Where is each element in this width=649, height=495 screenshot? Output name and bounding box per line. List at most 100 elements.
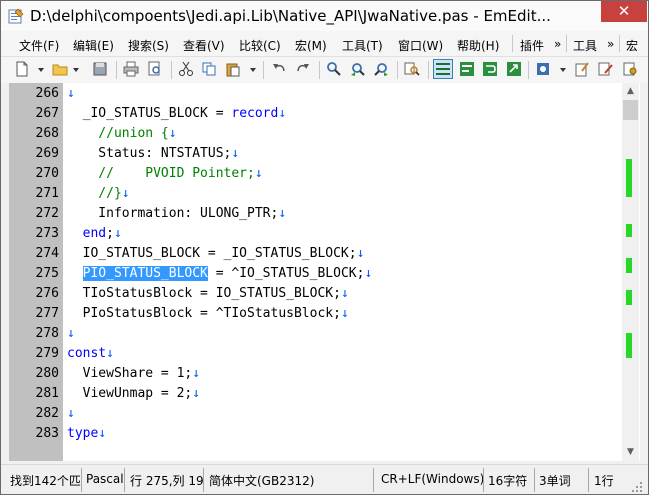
print-icon[interactable]: [123, 61, 139, 77]
open-dropdown[interactable]: [73, 68, 79, 72]
status-syntax-mode[interactable]: Pascal: [86, 472, 124, 486]
menu-file[interactable]: 文件(F): [19, 37, 59, 54]
toolbar-separator: [397, 61, 398, 79]
code-line[interactable]: ViewUnmap = 2;↓: [67, 386, 200, 401]
code-line[interactable]: const↓: [67, 346, 114, 361]
code-line[interactable]: end;↓: [67, 226, 122, 241]
code-line[interactable]: TIoStatusBlock = IO_STATUS_BLOCK;↓: [67, 286, 349, 301]
save-icon[interactable]: [92, 61, 108, 77]
status-separator: [588, 468, 589, 492]
macro-record-icon[interactable]: [535, 61, 551, 77]
code-line[interactable]: type↓: [67, 426, 106, 441]
newline-marker: ↓: [168, 126, 177, 141]
selected-text: PIO_STATUS_BLOCK: [82, 266, 208, 281]
menu-macro-bar[interactable]: 宏: [626, 37, 638, 54]
menu-tools[interactable]: 工具(T): [342, 37, 383, 54]
toolbar-separator: [319, 61, 320, 79]
find-next-icon[interactable]: [373, 61, 389, 77]
code-line[interactable]: ↓: [67, 86, 75, 101]
emeditor-app-icon: [8, 8, 24, 24]
menu-tools-bar[interactable]: 工具: [573, 37, 597, 54]
code-line[interactable]: PIoStatusBlock = ^TIoStatusBlock;↓: [67, 306, 349, 321]
menu-help[interactable]: 帮助(H): [457, 37, 499, 54]
code-line[interactable]: // PVOID Pointer;↓: [67, 166, 262, 181]
menu-plugins-overflow[interactable]: »: [554, 37, 561, 51]
code-line[interactable]: Status: NTSTATUS;↓: [67, 146, 239, 161]
code-line[interactable]: PIO_STATUS_BLOCK = ^IO_STATUS_BLOCK;↓: [67, 266, 372, 281]
text-editor[interactable]: 266 267 268 269 270 271 272 273 274 275 276 277 278 2…: [9, 83, 640, 461]
menu-edit[interactable]: 编辑(E): [73, 37, 114, 54]
line-number: 275: [35, 266, 59, 281]
menu-compare[interactable]: 比较(C): [239, 37, 281, 54]
code-token: Status: NTSTATUS;: [67, 146, 232, 161]
scroll-up-arrow[interactable]: ▲: [622, 83, 639, 100]
copy-icon[interactable]: [201, 61, 217, 77]
code-line[interactable]: Information: ULONG_PTR;↓: [67, 206, 286, 221]
code-line[interactable]: _IO_STATUS_BLOCK = record↓: [67, 106, 287, 121]
title-bar[interactable]: D:\delphi\compoents\Jedi.api.Lib\Native_…: [1, 1, 648, 31]
status-find-result: 找到142个匹: [10, 474, 81, 488]
code-line[interactable]: ↓: [67, 406, 75, 421]
status-line-ending[interactable]: CR+LF(Windows): [381, 472, 484, 486]
close-icon: ✕: [617, 2, 631, 20]
code-line[interactable]: ViewShare = 1;↓: [67, 366, 200, 381]
paste-icon[interactable]: [225, 61, 241, 77]
code-token: IO_STATUS_BLOCK = _IO_STATUS_BLOCK;: [67, 246, 357, 261]
code-line[interactable]: ↓: [67, 326, 75, 341]
status-separator: [534, 468, 535, 492]
scrollbar-thumb[interactable]: [623, 100, 638, 120]
menu-bar: 文件(F) 编辑(E) 搜索(S) 查看(V) 比较(C) 宏(M) 工具(T)…: [1, 31, 648, 57]
code-line[interactable]: IO_STATUS_BLOCK = _IO_STATUS_BLOCK;↓: [67, 246, 365, 261]
code-area[interactable]: ↓ _IO_STATUS_BLOCK = record↓ //union {↓ …: [67, 83, 622, 461]
keyword-token: end: [82, 226, 107, 241]
word-wrap-toggle[interactable]: [433, 59, 453, 79]
toolbar-separator: [428, 61, 429, 79]
macro-dropdown[interactable]: [560, 68, 566, 72]
status-separator: [124, 468, 125, 492]
change-marker: [626, 224, 632, 237]
menu-plugins[interactable]: 插件: [520, 37, 544, 54]
line-number: 268: [35, 126, 59, 141]
change-marker: [626, 333, 632, 358]
wrap-window-icon[interactable]: [482, 61, 498, 77]
line-number: 281: [35, 386, 59, 401]
wrap-page-icon[interactable]: [506, 61, 522, 77]
newline-marker: ↓: [340, 286, 349, 301]
menu-search[interactable]: 搜索(S): [128, 37, 169, 54]
close-window-button[interactable]: ✕: [601, 1, 647, 22]
code-line[interactable]: //}↓: [67, 186, 129, 201]
find-icon[interactable]: [326, 61, 342, 77]
status-separator: [81, 468, 82, 492]
menu-tools-overflow[interactable]: »: [607, 37, 614, 51]
undo-icon[interactable]: [271, 61, 287, 77]
cut-icon[interactable]: [178, 61, 194, 77]
status-cursor-position[interactable]: 行 275,列 19: [130, 472, 204, 489]
line-number: 266: [35, 86, 59, 101]
comment-token: // PVOID Pointer;: [67, 166, 255, 181]
customize-icon[interactable]: [574, 61, 590, 77]
menu-macro[interactable]: 宏(M): [295, 37, 327, 54]
properties-icon[interactable]: [598, 61, 614, 77]
redo-icon[interactable]: [295, 61, 311, 77]
code-line[interactable]: //union {↓: [67, 126, 177, 141]
settings-icon[interactable]: [622, 61, 638, 77]
code-token: = ^IO_STATUS_BLOCK;: [207, 266, 365, 281]
status-encoding[interactable]: 简体中文(GB2312): [209, 472, 314, 489]
new-file-icon[interactable]: [14, 61, 30, 77]
open-folder-icon[interactable]: [52, 61, 68, 77]
code-token: ViewShare = 1;: [67, 366, 193, 381]
menu-window[interactable]: 窗口(W): [398, 37, 443, 54]
menu-view[interactable]: 查看(V): [183, 37, 225, 54]
toggle-outline-icon[interactable]: [459, 61, 475, 77]
find-in-files-icon[interactable]: [404, 61, 420, 77]
new-file-dropdown[interactable]: [38, 68, 44, 72]
scroll-down-arrow[interactable]: ▼: [622, 444, 639, 461]
newline-marker: ↓: [67, 86, 75, 101]
find-previous-icon[interactable]: [350, 61, 366, 77]
paste-dropdown[interactable]: [250, 68, 256, 72]
line-number: 269: [35, 146, 59, 161]
resize-grip-icon[interactable]: [631, 481, 643, 493]
vertical-scrollbar[interactable]: ▲ ▼: [622, 83, 639, 461]
print-preview-icon[interactable]: [147, 61, 163, 77]
